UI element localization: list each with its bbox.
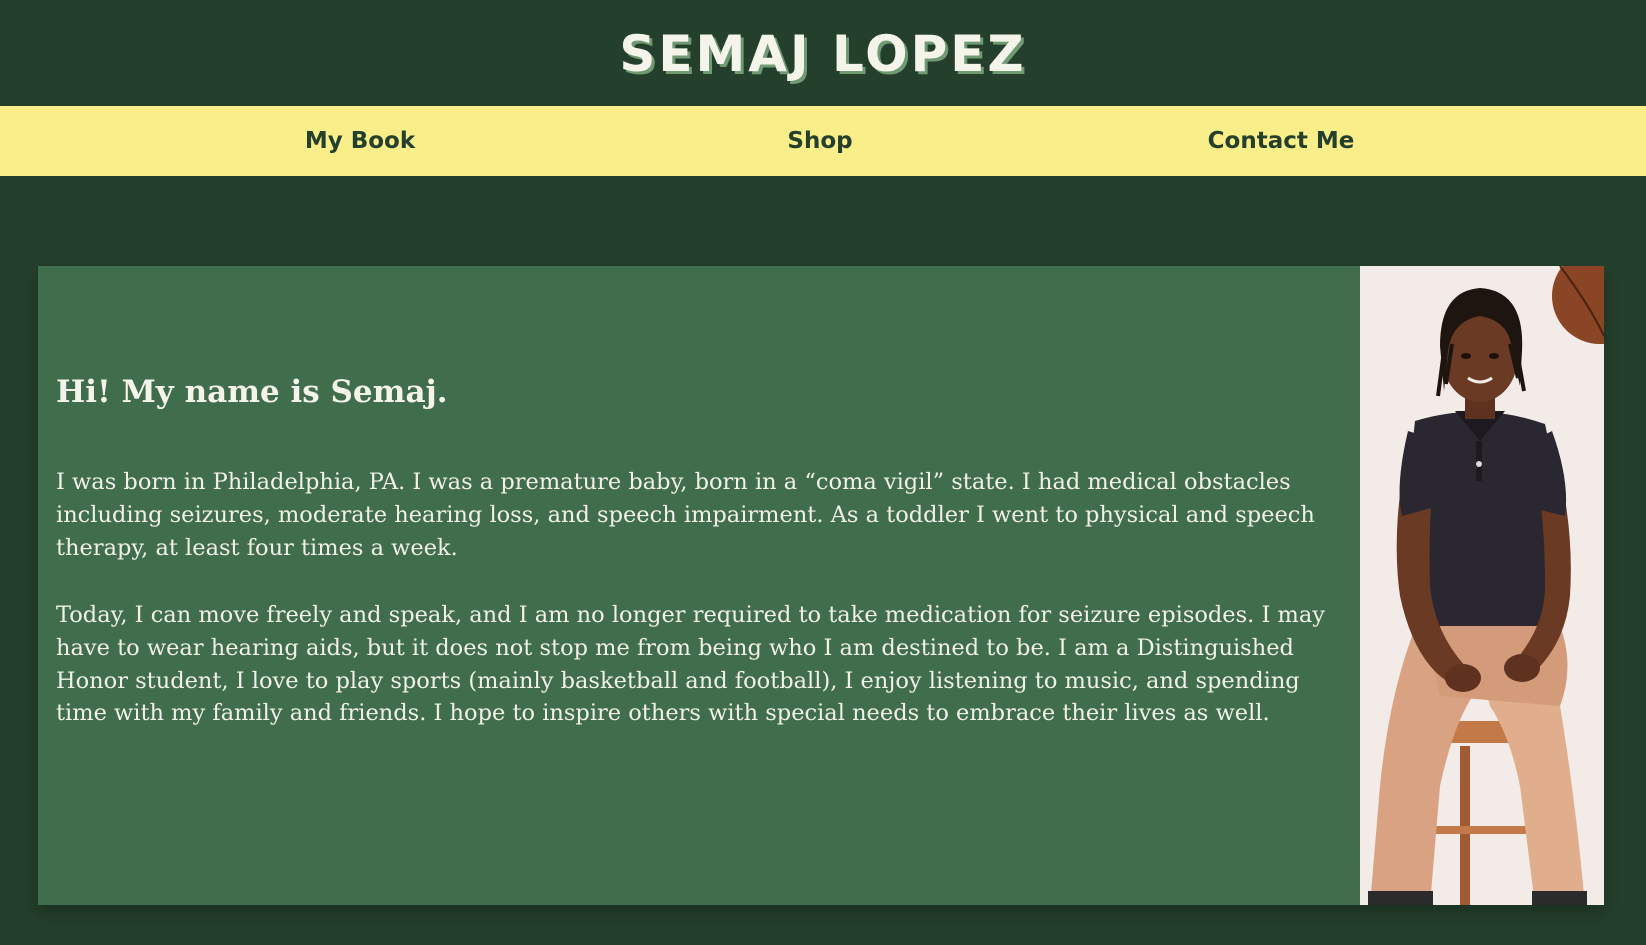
nav-item-contact-me[interactable]: Contact Me xyxy=(1208,106,1355,176)
about-card: Hi! My name is Semaj. I was born in Phil… xyxy=(38,266,1604,905)
nav-item-my-book[interactable]: My Book xyxy=(305,106,415,176)
greeting-heading: Hi! My name is Semaj. xyxy=(56,374,448,410)
site-header: SEMAJ LOPEZ xyxy=(0,0,1646,106)
portrait-image xyxy=(1360,266,1604,905)
about-paragraph-2: Today, I can move freely and speak, and … xyxy=(56,602,1325,727)
nav-item-shop[interactable]: Shop xyxy=(787,106,852,176)
portrait-illustration xyxy=(1360,266,1604,905)
about-paragraph-1: I was born in Philadelphia, PA. I was a … xyxy=(56,469,1315,561)
site-title: SEMAJ LOPEZ xyxy=(619,25,1027,83)
main-nav: My Book Shop Contact Me xyxy=(0,106,1646,176)
